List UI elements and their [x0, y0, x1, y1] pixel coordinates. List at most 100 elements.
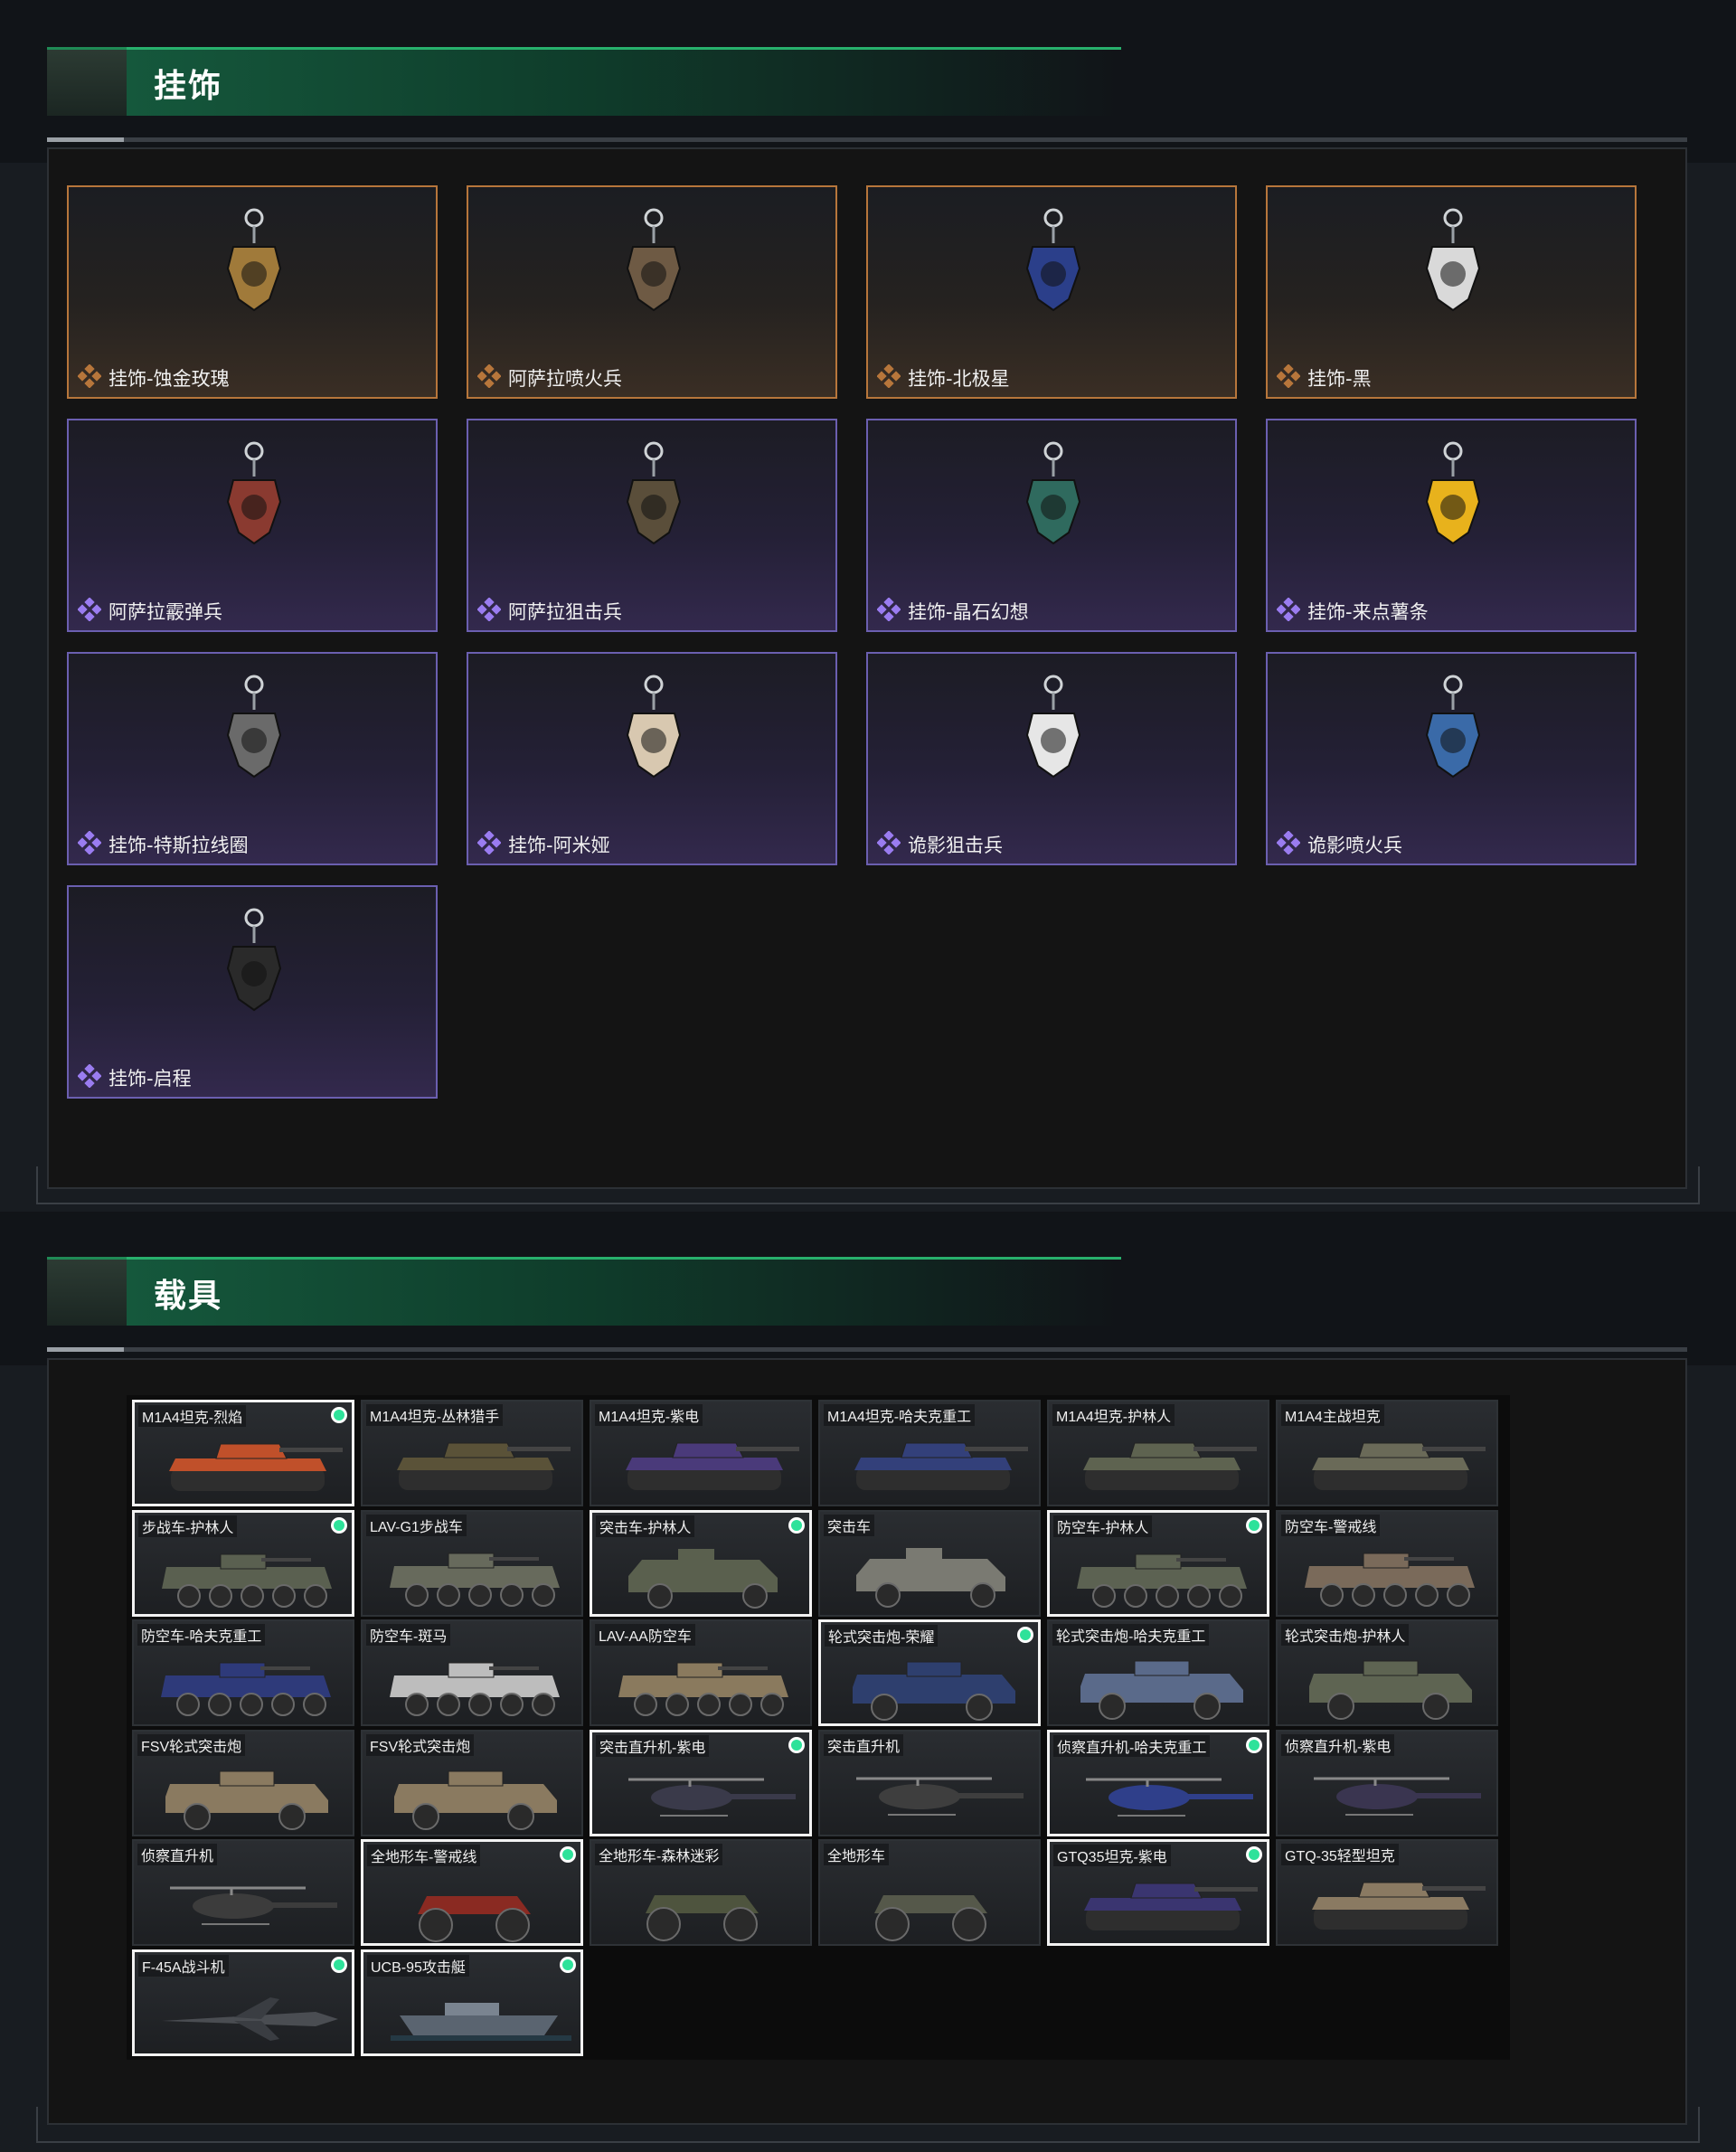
charm-card[interactable]: 阿萨拉霰弹兵 [67, 419, 438, 632]
owned-indicator-icon [334, 1959, 344, 1970]
charm-name: 诡影喷火兵 [1307, 835, 1402, 856]
vehicle-card[interactable]: UCB-95攻击艇 [361, 1949, 583, 2056]
vehicle-card[interactable]: 防空车-哈夫克重工 [132, 1619, 354, 1726]
vehicle-card[interactable]: 全地形车-警戒线 [361, 1839, 583, 1946]
charm-card[interactable]: 挂饰-阿米娅 [467, 652, 837, 865]
vehicle-name: 侦察直升机 [137, 1844, 218, 1865]
rarity-diamond-icon [877, 364, 901, 388]
vehicle-name: GTQ-35轻型坦克 [1281, 1844, 1399, 1865]
charm-name: 挂饰-黑 [1307, 368, 1372, 390]
panel-bracket [36, 1166, 1700, 1204]
sniper-soldier-charm-icon [626, 441, 682, 545]
vehicle-card[interactable]: GTQ-35轻型坦克 [1276, 1839, 1498, 1946]
owned-indicator-icon [791, 1739, 802, 1751]
shotgun-soldier-charm-icon [226, 441, 282, 545]
vehicle-card[interactable]: 防空车-护林人 [1047, 1509, 1269, 1617]
vehicle-name: 侦察直升机-哈夫克重工 [1053, 1734, 1211, 1757]
fries-charm-icon [1425, 441, 1481, 545]
charm-name: 挂饰-启程 [108, 1068, 192, 1090]
rarity-diamond-icon [1277, 364, 1300, 388]
vehicle-name: M1A4坦克-紫电 [595, 1404, 703, 1426]
vehicle-name: FSV轮式突击炮 [137, 1733, 246, 1756]
charm-card[interactable]: 阿萨拉喷火兵 [467, 185, 837, 399]
charm-name: 挂饰-北极星 [908, 368, 1010, 390]
vehicle-card[interactable]: M1A4坦克-护林人 [1047, 1400, 1269, 1506]
vehicle-card[interactable]: 突击直升机-紫电 [590, 1729, 812, 1836]
owned-indicator-icon [791, 1519, 802, 1531]
vehicle-card[interactable]: 步战车-护林人 [132, 1509, 354, 1617]
vehicle-card[interactable]: M1A4坦克-烈焰 [132, 1400, 354, 1506]
rarity-diamond-icon [78, 598, 101, 621]
vehicle-name: 侦察直升机-紫电 [1281, 1733, 1395, 1756]
vehicle-card[interactable]: 防空车-警戒线 [1276, 1509, 1498, 1617]
vehicle-card[interactable]: FSV轮式突击炮 [361, 1729, 583, 1836]
vehicle-card[interactable]: M1A4坦克-紫电 [590, 1400, 812, 1506]
ghost-sniper-charm-icon [1025, 675, 1081, 779]
rarity-diamond-icon [78, 1064, 101, 1088]
vehicle-card[interactable]: M1A4主战坦克 [1276, 1400, 1498, 1506]
vehicle-card[interactable]: 突击直升机 [818, 1729, 1041, 1836]
charm-name: 挂饰-来点薯条 [1307, 601, 1429, 623]
charm-card[interactable]: 诡影喷火兵 [1266, 652, 1637, 865]
charm-name: 阿萨拉喷火兵 [508, 368, 622, 390]
vehicle-name: 全地形车 [824, 1844, 890, 1865]
charm-card[interactable]: 诡影狙击兵 [866, 652, 1237, 865]
section-divider [47, 137, 1687, 142]
charm-card[interactable]: 挂饰-晶石幻想 [866, 419, 1237, 632]
vehicle-name: LAV-AA防空车 [595, 1624, 695, 1646]
owned-indicator-icon [562, 1849, 573, 1860]
charm-card[interactable]: 挂饰-特斯拉线圈 [67, 652, 438, 865]
vehicle-name: 防空车-警戒线 [1281, 1514, 1381, 1536]
vehicle-name: GTQ35坦克-紫电 [1053, 1845, 1171, 1866]
vehicle-name: M1A4主战坦克 [1281, 1404, 1384, 1426]
vehicle-name: F-45A战斗机 [138, 1954, 229, 1977]
header-tab-decoration [47, 1257, 127, 1326]
charm-card[interactable]: 阿萨拉狙击兵 [467, 419, 837, 632]
vehicle-card[interactable]: 轮式突击炮-荣耀 [818, 1619, 1041, 1726]
rarity-diamond-icon [78, 364, 101, 388]
vehicle-card[interactable]: LAV-AA防空车 [590, 1619, 812, 1726]
vehicle-card[interactable]: LAV-G1步战车 [361, 1509, 583, 1617]
vehicle-card[interactable]: M1A4坦克-哈夫克重工 [818, 1400, 1041, 1506]
vehicles-section-title: 载具 [154, 1278, 223, 1315]
charm-name: 挂饰-晶石幻想 [908, 601, 1029, 623]
rarity-diamond-icon [477, 364, 501, 388]
rarity-diamond-icon [877, 831, 901, 854]
vehicle-name: M1A4坦克-护林人 [1052, 1404, 1175, 1426]
vehicle-card[interactable]: 轮式突击炮-护林人 [1276, 1619, 1498, 1726]
vehicle-card[interactable]: F-45A战斗机 [132, 1949, 354, 2056]
header-bar-decoration [127, 1257, 1121, 1326]
vehicle-card[interactable]: 轮式突击炮-哈夫克重工 [1047, 1619, 1269, 1726]
vehicle-name: 防空车-哈夫克重工 [137, 1624, 266, 1646]
vehicle-name: 突击车 [824, 1514, 875, 1536]
vehicle-card[interactable]: 突击车 [818, 1509, 1041, 1617]
vehicle-card[interactable]: FSV轮式突击炮 [132, 1729, 354, 1836]
north-star-charm-icon [1025, 208, 1081, 312]
vehicle-card[interactable]: 突击车-护林人 [590, 1509, 812, 1617]
vehicle-name: 防空车-护林人 [1053, 1515, 1153, 1537]
charm-card[interactable]: 挂饰-启程 [67, 885, 438, 1099]
charm-card[interactable]: 挂饰-来点薯条 [1266, 419, 1637, 632]
vehicle-card[interactable]: GTQ35坦克-紫电 [1047, 1839, 1269, 1946]
black-tag-charm-icon [1425, 208, 1481, 312]
vehicle-card[interactable]: 全地形车 [818, 1839, 1041, 1946]
vehicle-name: 全地形车-森林迷彩 [595, 1844, 723, 1865]
charm-card[interactable]: 挂饰-蚀金玫瑰 [67, 185, 438, 399]
vehicle-card[interactable]: M1A4坦克-丛林猎手 [361, 1400, 583, 1506]
vehicle-name: M1A4坦克-哈夫克重工 [824, 1404, 976, 1426]
vehicle-card[interactable]: 侦察直升机-哈夫克重工 [1047, 1729, 1269, 1836]
vehicle-card[interactable]: 侦察直升机 [132, 1839, 354, 1946]
vehicle-name: LAV-G1步战车 [366, 1514, 467, 1536]
vehicle-name: M1A4坦克-丛林猎手 [366, 1404, 504, 1426]
vehicle-card[interactable]: 防空车-斑马 [361, 1619, 583, 1726]
owned-indicator-icon [1249, 1519, 1260, 1531]
vehicle-card[interactable]: 全地形车-森林迷彩 [590, 1839, 812, 1946]
charm-card[interactable]: 挂饰-北极星 [866, 185, 1237, 399]
vehicle-name: 轮式突击炮-护林人 [1281, 1624, 1410, 1646]
vehicle-card[interactable]: 侦察直升机-紫电 [1276, 1729, 1498, 1836]
flamethrower-soldier-charm-icon [626, 208, 682, 312]
crystal-cube-charm-icon [1025, 441, 1081, 545]
owned-indicator-icon [1249, 1739, 1260, 1751]
charm-card[interactable]: 挂饰-黑 [1266, 185, 1637, 399]
vehicle-name: M1A4坦克-烈焰 [138, 1405, 247, 1427]
